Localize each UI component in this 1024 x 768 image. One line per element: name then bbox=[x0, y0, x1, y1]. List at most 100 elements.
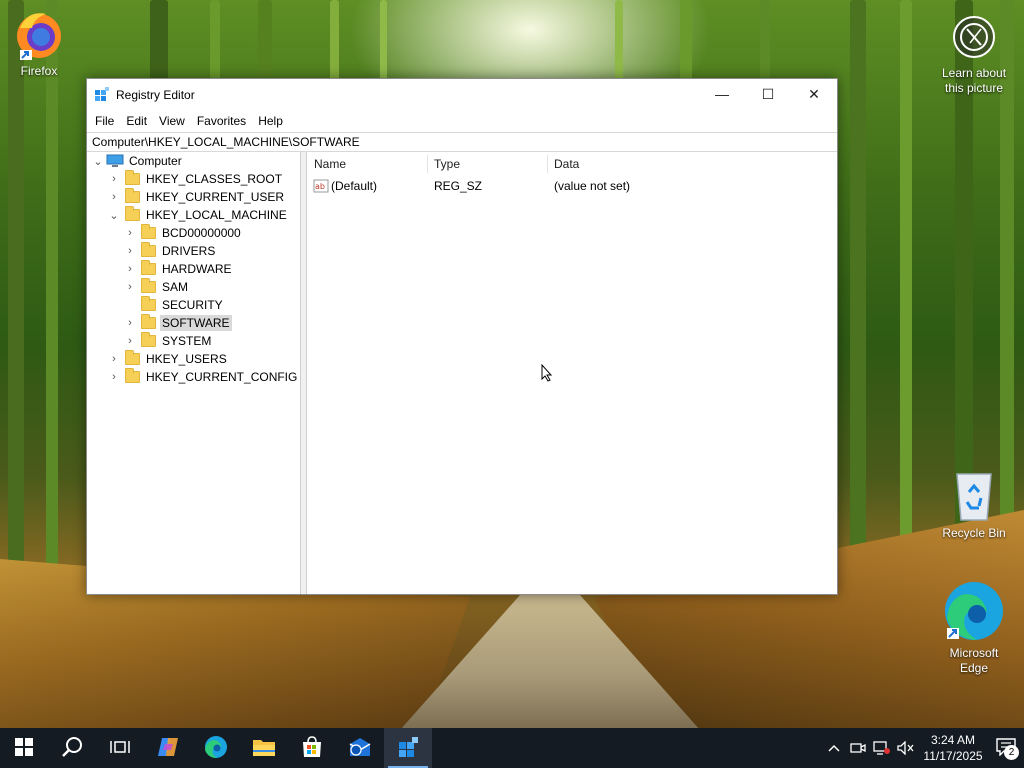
folder-icon bbox=[141, 224, 156, 239]
tree-label: SAM bbox=[162, 280, 189, 294]
address-bar[interactable]: Computer\HKEY_LOCAL_MACHINE\SOFTWARE bbox=[87, 132, 837, 152]
folder-icon bbox=[141, 242, 156, 257]
recycle-bin-icon bbox=[949, 468, 999, 522]
tree-item-bcd[interactable]: › BCD00000000 bbox=[123, 224, 243, 242]
clock-time: 3:24 AM bbox=[930, 733, 976, 747]
registry-tree[interactable]: ⌄ Computer › HKEY_CLASSES_ROOT › HKEY_CU… bbox=[87, 152, 301, 594]
chevron-right-icon[interactable]: › bbox=[107, 188, 121, 206]
menu-help[interactable]: Help bbox=[252, 114, 289, 128]
chevron-down-icon[interactable]: ⌄ bbox=[107, 206, 121, 224]
chevron-right-icon[interactable]: › bbox=[123, 224, 137, 242]
value-type: REG_SZ bbox=[434, 177, 544, 195]
tree-item-sam[interactable]: › SAM bbox=[123, 278, 190, 296]
column-header-data[interactable]: Data bbox=[554, 152, 754, 176]
tree-label: HKEY_CURRENT_CONFIG bbox=[146, 370, 298, 384]
search-icon bbox=[61, 736, 83, 761]
edge-icon bbox=[943, 580, 1005, 642]
close-icon: ✕ bbox=[808, 85, 820, 102]
menu-edit[interactable]: Edit bbox=[120, 114, 153, 128]
system-tray: 3:24 AM 11/17/2025 2 bbox=[822, 728, 1024, 768]
file-explorer-button[interactable] bbox=[240, 728, 288, 768]
tree-item-computer[interactable]: ⌄ Computer bbox=[91, 152, 184, 170]
column-header-name[interactable]: Name bbox=[314, 152, 426, 176]
menu-file[interactable]: File bbox=[89, 114, 120, 128]
chevron-up-icon[interactable] bbox=[822, 728, 846, 768]
chevron-right-icon[interactable]: › bbox=[123, 260, 137, 278]
chevron-right-icon[interactable]: › bbox=[123, 332, 137, 350]
tree-label: SECURITY bbox=[162, 298, 223, 312]
chevron-right-icon[interactable]: › bbox=[107, 368, 121, 386]
chevron-down-icon[interactable]: ⌄ bbox=[91, 152, 105, 170]
menu-view[interactable]: View bbox=[153, 114, 191, 128]
value-name: (Default) bbox=[331, 179, 378, 193]
window-title: Registry Editor bbox=[116, 87, 195, 102]
values-list[interactable]: Name Type Data ab (Default) REG_SZ (valu… bbox=[307, 152, 837, 594]
task-view-button[interactable] bbox=[96, 728, 144, 768]
edge-taskbar-button[interactable] bbox=[192, 728, 240, 768]
tree-item-hkey-classes-root[interactable]: › HKEY_CLASSES_ROOT bbox=[107, 170, 284, 188]
tree-item-system[interactable]: › SYSTEM bbox=[123, 332, 213, 350]
network-icon[interactable] bbox=[870, 728, 894, 768]
copilot-icon bbox=[156, 736, 180, 761]
clock-date: 11/17/2025 bbox=[923, 749, 983, 763]
meet-now-icon[interactable] bbox=[846, 728, 870, 768]
notification-center-button[interactable]: 2 bbox=[988, 728, 1024, 768]
desktop-icon-label: Recycle Bin bbox=[942, 526, 1006, 540]
value-row-default[interactable]: ab (Default) bbox=[313, 177, 423, 195]
tree-label: HKEY_LOCAL_MACHINE bbox=[146, 208, 287, 222]
minimize-button[interactable]: — bbox=[699, 79, 745, 109]
column-label: Data bbox=[554, 157, 580, 171]
search-button[interactable] bbox=[48, 728, 96, 768]
folder-icon bbox=[141, 296, 156, 311]
tree-label: HKEY_CURRENT_USER bbox=[146, 190, 285, 204]
tree-label: SYSTEM bbox=[162, 334, 212, 348]
chevron-right-icon[interactable]: › bbox=[107, 170, 121, 188]
microsoft-store-button[interactable] bbox=[288, 728, 336, 768]
copilot-button[interactable] bbox=[144, 728, 192, 768]
desktop-icon-label: Microsoft Edge bbox=[949, 646, 999, 675]
tree-item-hkey-current-user[interactable]: › HKEY_CURRENT_USER bbox=[107, 188, 286, 206]
chevron-right-icon[interactable]: › bbox=[123, 242, 137, 260]
column-divider[interactable] bbox=[427, 155, 428, 173]
close-button[interactable]: ✕ bbox=[791, 79, 837, 109]
registry-editor-icon bbox=[397, 736, 419, 761]
tree-label: BCD00000000 bbox=[162, 226, 241, 240]
desktop-icon-learn-about-picture[interactable]: Learn about this picture bbox=[936, 12, 1012, 96]
chevron-right-icon[interactable]: › bbox=[123, 314, 137, 332]
folder-icon bbox=[141, 278, 156, 293]
maximize-button[interactable]: ☐ bbox=[745, 79, 791, 109]
desktop-icon-recycle-bin[interactable]: Recycle Bin bbox=[936, 468, 1012, 541]
chevron-right-icon[interactable]: › bbox=[107, 350, 121, 368]
chevron-right-icon[interactable]: › bbox=[123, 278, 137, 296]
registry-editor-window[interactable]: Registry Editor — ☐ ✕ File Edit View Fav… bbox=[86, 78, 838, 595]
desktop-icon-firefox[interactable]: Firefox bbox=[2, 8, 76, 79]
start-icon bbox=[15, 737, 33, 759]
tree-item-hkey-users[interactable]: › HKEY_USERS bbox=[107, 350, 229, 368]
desktop-icon-microsoft-edge[interactable]: Microsoft Edge bbox=[936, 580, 1012, 676]
computer-icon bbox=[106, 154, 124, 168]
tree-item-software[interactable]: › SOFTWARE bbox=[123, 314, 232, 332]
column-divider[interactable] bbox=[547, 155, 548, 173]
value-type-text: REG_SZ bbox=[434, 179, 483, 193]
folder-icon bbox=[125, 188, 140, 203]
string-value-icon: ab bbox=[313, 179, 329, 193]
registry-editor-taskbar-button[interactable] bbox=[384, 728, 432, 768]
tree-item-hkey-local-machine[interactable]: ⌄ HKEY_LOCAL_MACHINE bbox=[107, 206, 289, 224]
tree-item-drivers[interactable]: › DRIVERS bbox=[123, 242, 217, 260]
clock[interactable]: 3:24 AM 11/17/2025 bbox=[918, 732, 988, 764]
outlook-button[interactable] bbox=[336, 728, 384, 768]
tree-item-hkey-current-config[interactable]: › HKEY_CURRENT_CONFIG bbox=[107, 368, 299, 386]
tree-label: HKEY_CLASSES_ROOT bbox=[146, 172, 283, 186]
title-bar[interactable]: Registry Editor — ☐ ✕ bbox=[87, 79, 837, 110]
file-explorer-icon bbox=[252, 737, 276, 760]
volume-muted-icon[interactable] bbox=[894, 728, 918, 768]
column-header-type[interactable]: Type bbox=[434, 152, 546, 176]
menu-favorites[interactable]: Favorites bbox=[191, 114, 252, 128]
folder-icon bbox=[125, 368, 140, 383]
tree-item-security[interactable]: SECURITY bbox=[123, 296, 225, 314]
tree-label: Computer bbox=[129, 154, 182, 168]
folder-icon bbox=[125, 170, 140, 185]
column-label: Type bbox=[434, 157, 461, 171]
start-button[interactable] bbox=[0, 728, 48, 768]
tree-item-hardware[interactable]: › HARDWARE bbox=[123, 260, 234, 278]
